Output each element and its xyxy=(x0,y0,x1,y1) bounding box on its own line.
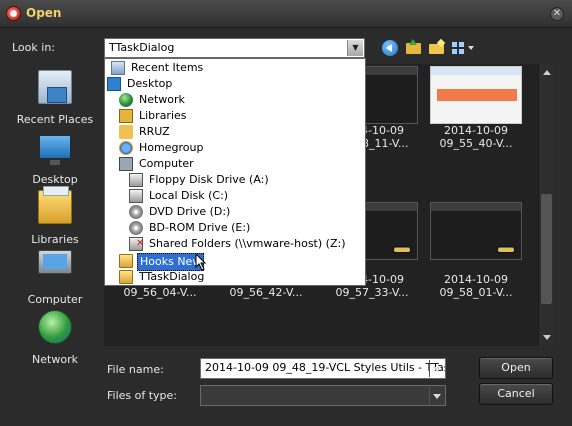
desktop-icon xyxy=(107,77,121,91)
homegroup-icon xyxy=(119,141,133,155)
file-name-line2: 09_58_01-V... xyxy=(439,286,513,299)
chevron-down-icon[interactable]: ▼ xyxy=(347,40,363,56)
place-desktop[interactable]: Desktop xyxy=(10,128,100,186)
look-in-value: TTaskDialog xyxy=(109,41,175,54)
file-name-line2: 09_55_40-V... xyxy=(439,137,513,150)
up-folder-icon xyxy=(406,39,421,54)
dropdown-item-label: RRUZ xyxy=(139,125,170,138)
scrollbar-thumb[interactable] xyxy=(541,194,552,304)
network-icon xyxy=(38,310,72,344)
title-bar: Open ✕ xyxy=(0,0,572,28)
close-button[interactable]: ✕ xyxy=(550,7,564,21)
file-name-value: 2014-10-09 09_48_19-VCL Styles Utils - T… xyxy=(205,361,446,374)
computer-icon xyxy=(119,157,133,171)
recent-items-icon xyxy=(111,61,125,75)
look-in-combo[interactable]: TTaskDialog ▼ xyxy=(104,38,365,58)
recent-places-icon xyxy=(38,70,72,104)
network-drive-icon xyxy=(129,236,144,252)
vertical-scrollbar[interactable] xyxy=(538,64,554,346)
dropdown-item-label: Recent Items xyxy=(131,61,204,74)
place-label: Desktop xyxy=(32,173,78,186)
new-folder-button[interactable] xyxy=(428,39,446,57)
place-libraries[interactable]: Libraries xyxy=(10,186,100,246)
scroll-down-icon[interactable] xyxy=(543,335,551,340)
place-label: Libraries xyxy=(31,233,79,246)
floppy-drive-icon xyxy=(129,173,143,187)
look-in-dropdown-list[interactable]: Recent Items Desktop Network Libraries R… xyxy=(104,58,366,286)
dropdown-item-label: Shared Folders (\\vmware-host) (Z:) xyxy=(149,237,346,250)
file-name-label: File name: xyxy=(107,363,164,376)
folder-icon xyxy=(119,254,133,268)
up-one-level-button[interactable] xyxy=(405,39,423,57)
open-button[interactable]: Open xyxy=(479,357,553,379)
file-name-line2: 09_56_04-V... xyxy=(123,286,197,299)
place-network[interactable]: Network xyxy=(10,308,100,366)
view-grid-icon xyxy=(452,42,464,54)
chevron-down-icon[interactable] xyxy=(429,360,444,377)
dropdown-item-label: Libraries xyxy=(139,109,187,122)
place-label: Computer xyxy=(27,293,83,306)
place-computer[interactable]: Computer xyxy=(10,248,100,306)
file-name-line2: 09_57_33-V... xyxy=(335,286,409,299)
window-title: Open xyxy=(26,6,62,20)
app-icon xyxy=(6,6,21,21)
place-label: Recent Places xyxy=(16,113,94,126)
dropdown-item-label: Desktop xyxy=(127,77,173,90)
folder-icon xyxy=(119,270,133,284)
chevron-down-icon[interactable] xyxy=(429,387,444,404)
scroll-up-icon[interactable] xyxy=(543,70,551,75)
file-name-line2: 09_56_42-V... xyxy=(229,286,303,299)
new-folder-icon xyxy=(429,44,444,54)
dropdown-item-label: Floppy Disk Drive (A:) xyxy=(149,173,269,186)
cancel-button[interactable]: Cancel xyxy=(479,383,553,405)
back-button[interactable] xyxy=(381,39,399,57)
dropdown-item-label: Computer xyxy=(139,157,194,170)
dvd-drive-icon xyxy=(129,205,143,219)
back-arrow-icon xyxy=(382,40,398,56)
computer-icon xyxy=(38,250,72,274)
files-of-type-select[interactable] xyxy=(200,385,446,406)
dropdown-item-label: Local Disk (C:) xyxy=(149,189,229,202)
dropdown-item-label: BD-ROM Drive (E:) xyxy=(149,221,251,234)
file-name-line1: 2014-10-09 xyxy=(444,273,508,286)
look-in-label: Look in: xyxy=(12,41,55,54)
dropdown-item-label: Network xyxy=(139,93,185,106)
user-folder-icon xyxy=(119,125,133,139)
file-item[interactable]: 2014-10-09 09_58_01-V... xyxy=(428,273,524,299)
local-disk-icon xyxy=(129,189,143,203)
libraries-icon xyxy=(119,109,133,123)
place-recent-places[interactable]: Recent Places xyxy=(10,68,100,126)
files-of-type-label: Files of type: xyxy=(107,389,178,402)
file-thumbnail[interactable] xyxy=(430,202,522,260)
mouse-cursor-icon xyxy=(195,253,207,271)
file-thumbnail[interactable] xyxy=(430,66,522,124)
network-icon xyxy=(119,93,133,107)
desktop-icon xyxy=(38,134,72,165)
libraries-icon xyxy=(38,186,72,224)
chevron-down-icon xyxy=(468,46,474,50)
file-name-line1: 2014-10-09 xyxy=(444,124,508,137)
dropdown-item-label: Homegroup xyxy=(139,141,204,154)
view-menu-button[interactable] xyxy=(451,39,477,57)
dropdown-item-label: DVD Drive (D:) xyxy=(149,205,231,218)
file-name-input[interactable]: 2014-10-09 09_48_19-VCL Styles Utils - T… xyxy=(200,358,446,379)
place-label: Network xyxy=(32,353,78,366)
file-item[interactable]: 2014-10-09 09_55_40-V... xyxy=(428,124,524,150)
dropdown-item-label: TTaskDialog xyxy=(139,270,205,283)
bd-rom-drive-icon xyxy=(129,221,143,235)
